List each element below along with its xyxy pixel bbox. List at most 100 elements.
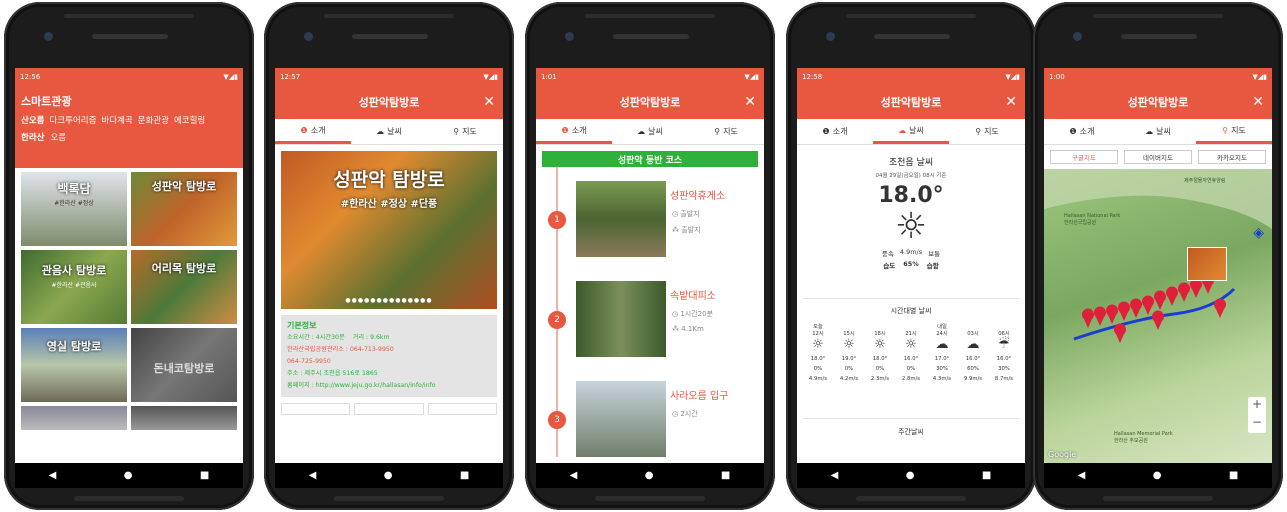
- map-pin-icon: ⚲: [975, 127, 982, 136]
- category-dark-tourism[interactable]: 다크투어리즘: [49, 114, 96, 126]
- naver-map-button[interactable]: 네이버지도: [1124, 150, 1192, 164]
- stop-time-row: ◷ 1시간20분: [672, 309, 713, 319]
- back-icon[interactable]: ◀: [1078, 470, 1086, 481]
- rain-icon: ☔: [998, 337, 1010, 352]
- tab-weather[interactable]: ☁ 날씨: [351, 119, 427, 144]
- tile-baengnokdam[interactable]: 백록담 #한라산 #정상: [21, 172, 127, 246]
- stop-name: 성판악휴게소: [670, 191, 726, 202]
- zoom-out-button[interactable]: −: [1248, 415, 1266, 433]
- recents-icon[interactable]: ■: [1229, 470, 1238, 481]
- course-stop[interactable]: 3 사라오름 입구 ◷ 2시간: [536, 381, 764, 461]
- recents-icon[interactable]: ■: [200, 470, 209, 481]
- home-icon[interactable]: ●: [124, 470, 133, 481]
- tab-weather[interactable]: ☁ 날씨: [1120, 119, 1196, 144]
- course-stop[interactable]: 1 성판악휴게소 ◷ 출발지 ⁂ 출발지: [536, 181, 764, 261]
- action-button-1[interactable]: [281, 403, 351, 415]
- home-icon[interactable]: ●: [384, 470, 393, 481]
- banner-image[interactable]: 성판악 탐방로 #한라산 #정상 #단풍 ●●●●●●●●●●●●●●: [281, 151, 497, 309]
- sun-icon: ☼: [894, 206, 928, 247]
- tab-map[interactable]: ⚲ 지도: [688, 119, 764, 144]
- back-icon[interactable]: ◀: [831, 470, 839, 481]
- tile-eorimok[interactable]: 어리목 탐방로: [131, 250, 237, 324]
- tab-intro[interactable]: ❶ 소개: [275, 119, 351, 144]
- back-icon[interactable]: ◀: [570, 470, 578, 481]
- home-icon[interactable]: ●: [906, 470, 915, 481]
- location-title: 조천읍 날씨: [888, 158, 934, 168]
- tab-map[interactable]: ⚲ 지도: [949, 119, 1025, 144]
- map-photo-thumb[interactable]: [1187, 247, 1227, 281]
- tile-more-2[interactable]: [131, 406, 237, 430]
- clock-icon: ◷: [672, 410, 679, 418]
- back-icon[interactable]: ◀: [309, 470, 317, 481]
- hourly-day: [834, 322, 864, 329]
- tab-intro[interactable]: ❶ 소개: [1044, 119, 1120, 144]
- tab-weather[interactable]: ☁ 날씨: [612, 119, 688, 144]
- subcategory-oreum[interactable]: 오름: [50, 131, 66, 143]
- recents-icon[interactable]: ■: [460, 470, 469, 481]
- tile-seongpanak[interactable]: 성판악 탐방로: [131, 172, 237, 246]
- hourly-hour: 18시: [874, 331, 886, 337]
- recents-icon[interactable]: ■: [982, 470, 991, 481]
- close-icon[interactable]: ✕: [1005, 94, 1017, 110]
- subcategory-hallasan[interactable]: 한라산: [21, 131, 44, 143]
- wind-label: 풍속: [881, 250, 894, 258]
- current-temperature: 18.0°: [878, 183, 944, 208]
- hourly-col: 15시 ☼ 19.0° 0% 4.2m/s: [834, 322, 864, 382]
- info-title: 기본정보: [287, 321, 317, 330]
- office-phone[interactable]: 한라산국립공원관리소 : 064-713-9950: [287, 344, 491, 356]
- screen-intro: 12:57 ▼◢▮ 성판악탐방로 ✕ ❶ 소개 ☁ 날씨 ⚲ 지도 성판악 탐방로 #…: [275, 68, 503, 463]
- category-mountain[interactable]: 산오름: [21, 114, 44, 126]
- hourly-hour: 21시: [905, 331, 917, 337]
- close-icon[interactable]: ✕: [1252, 94, 1264, 110]
- carousel-dots[interactable]: ●●●●●●●●●●●●●●: [281, 297, 497, 304]
- zoom-in-button[interactable]: +: [1248, 397, 1266, 415]
- kakao-map-button[interactable]: 카카오지도: [1198, 150, 1266, 164]
- tab-label: 날씨: [909, 125, 924, 135]
- map-provider-buttons: 구글지도 네이버지도 카카오지도: [1044, 145, 1272, 169]
- footsteps-icon: ⁂: [672, 325, 679, 333]
- office-phone-2[interactable]: 064-725-9950: [287, 356, 491, 368]
- hourly-col: 21시 ☼ 16.0° 0% 2.8m/s: [896, 322, 926, 382]
- tab-map[interactable]: ⚲ 지도: [1196, 119, 1272, 144]
- stop-dist-row: ⁂ 4.1Km: [672, 325, 704, 333]
- home-icon[interactable]: ●: [645, 470, 654, 481]
- hourly-temp: 18.0°: [872, 356, 888, 362]
- stop-time: 2시간: [680, 410, 698, 418]
- homepage-link[interactable]: http://www.jeju.go.kr/hallasan/info/info: [316, 382, 436, 389]
- recents-icon[interactable]: ■: [721, 470, 730, 481]
- hourly-temp: 16.0°: [903, 356, 919, 362]
- action-button-2[interactable]: [354, 403, 424, 415]
- tile-donnaeko[interactable]: 돈내코탐방로: [131, 328, 237, 402]
- hourly-rain: 0%: [906, 366, 916, 372]
- status-time: 12:56: [20, 72, 41, 81]
- hourly-wind: 4.2m/s: [839, 376, 859, 382]
- category-eco[interactable]: 에코힐링: [174, 114, 205, 126]
- tile-yeongsil[interactable]: 영실 탐방로: [21, 328, 127, 402]
- stop-photo: [576, 181, 666, 257]
- tile-more-1[interactable]: [21, 406, 127, 430]
- tile-gwaneumsa[interactable]: 관음사 탐방로 #한라산 #관음사: [21, 250, 127, 324]
- tab-label: 소개: [1079, 127, 1095, 136]
- back-icon[interactable]: ◀: [49, 470, 57, 481]
- tab-map[interactable]: ⚲ 지도: [427, 119, 503, 144]
- google-map-button[interactable]: 구글지도: [1050, 150, 1118, 164]
- speaker-grille: [1121, 34, 1197, 39]
- category-culture[interactable]: 문화관광: [138, 114, 169, 126]
- map-view[interactable]: Hallasan National Park 한라산국립공원 제주절물자연휴양림…: [1044, 169, 1272, 463]
- home-icon[interactable]: ●: [1153, 470, 1162, 481]
- current-weather-card: 조천읍 날씨 04월 29일(금요일) 08시 기준 18.0° ☼ 풍속 4.…: [803, 149, 1019, 299]
- action-button-3[interactable]: [427, 403, 497, 415]
- tab-intro[interactable]: ❶ 소개: [536, 119, 612, 144]
- close-icon[interactable]: ✕: [483, 94, 495, 110]
- hourly-temp: 16.0°: [965, 356, 981, 362]
- layers-icon[interactable]: ◈: [1253, 225, 1264, 241]
- tab-weather[interactable]: ☁ 날씨: [873, 119, 949, 144]
- category-sea[interactable]: 바다계곡: [101, 114, 132, 126]
- map-pin-icon: ⚲: [453, 127, 460, 136]
- camera: [304, 32, 313, 41]
- course-stop[interactable]: 2 속밭대피소 ◷ 1시간20분 ⁂ 4.1Km: [536, 281, 764, 361]
- humidity-status: 습함: [926, 262, 939, 270]
- tab-intro[interactable]: ❶ 소개: [797, 119, 873, 144]
- close-icon[interactable]: ✕: [744, 94, 756, 110]
- status-time: 1:01: [541, 72, 557, 81]
